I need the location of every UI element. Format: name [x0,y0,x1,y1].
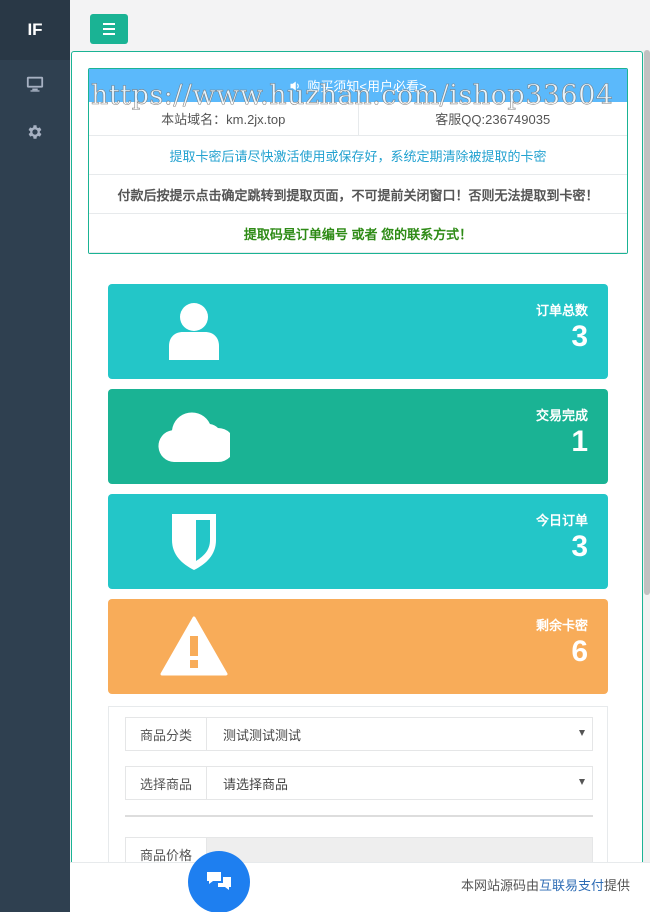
footer-prefix: 本网站源码由 [460,878,539,893]
warning-icon [158,615,230,677]
category-selected-value: 测试测试测试 [223,727,302,743]
hamburger-icon [103,23,115,25]
stat-card-today-orders: 今日订单 3 [108,494,608,589]
stat-card-remaining-cards: 剩余卡密 6 [108,599,608,694]
stat-value: 3 [571,320,588,353]
stat-value: 6 [571,635,588,668]
stat-card-total-orders: 订单总数 3 [108,284,608,379]
product-select[interactable]: 请选择商品 [207,767,592,799]
chevron-down-icon [579,779,585,785]
footer-link[interactable]: 互联易支付 [539,878,604,893]
user-icon [158,300,230,362]
stat-label: 订单总数 [535,303,588,318]
hamburger-icon-line [103,33,115,35]
shield-icon [158,510,230,572]
chat-button[interactable] [188,851,250,912]
stat-value: 1 [571,425,588,458]
watermark: https://www.huzhan.com/ishop33604 [91,80,614,112]
top-bar [70,0,650,50]
footer-suffix: 提供 [603,878,630,893]
cloud-icon [158,405,230,467]
product-selected-value: 请选择商品 [223,776,289,792]
category-row: 商品分类 测试测试测试 [125,717,593,751]
stat-label: 交易完成 [535,408,588,423]
notice-line-1: 提取卡密后请尽快激活使用或保存好，系统定期清除被提取的卡密 [89,136,627,175]
footer: 本网站源码由互联易支付提供 [70,862,650,912]
stat-value: 3 [571,530,588,563]
chevron-down-icon [579,730,585,736]
monitor-icon [26,76,44,92]
menu-toggle-button[interactable] [90,14,128,44]
product-row: 选择商品 请选择商品 [125,766,593,800]
category-label: 商品分类 [126,718,207,750]
main-panel: 购买须知<用户必看> 本站域名：km.2jx.top 客服QQ:23674903… [71,51,643,912]
form-divider [125,815,593,817]
sidebar: IF [0,0,70,912]
sidebar-item-settings[interactable] [0,108,70,156]
product-label: 选择商品 [126,767,207,799]
hamburger-icon-line [103,28,115,30]
stat-label: 剩余卡密 [535,618,588,633]
notice-line-2: 付款后按提示点击确定跳转到提取页面，不可提前关闭窗口！否则无法提取到卡密！ [89,175,627,214]
footer-text: 本网站源码由互联易支付提供 [461,875,630,894]
notice-line-3: 提取码是订单编号 或者 您的联系方式！ [89,214,627,253]
chat-icon [207,872,231,890]
stat-label: 今日订单 [535,513,588,528]
category-select[interactable]: 测试测试测试 [207,718,592,750]
stat-card-completed: 交易完成 1 [108,389,608,484]
gear-icon [28,125,42,139]
logo[interactable]: IF [0,0,70,60]
sidebar-item-dashboard[interactable] [0,60,70,108]
scrollbar-thumb[interactable] [644,50,650,595]
